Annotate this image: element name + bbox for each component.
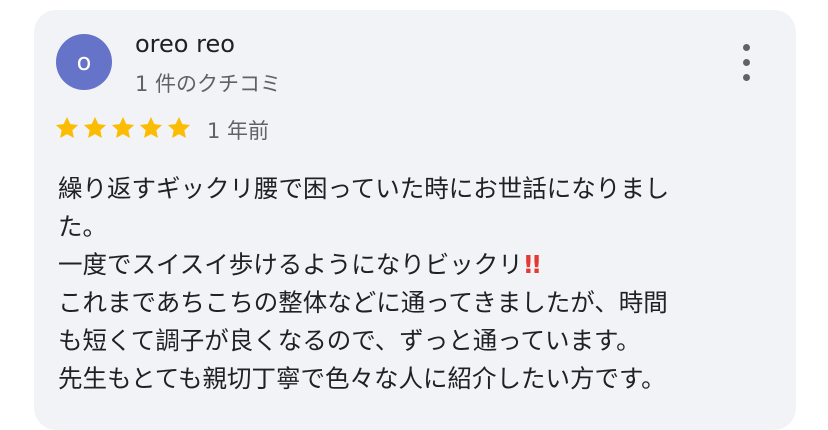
review-count: 1 件のクチコミ: [135, 72, 282, 96]
author-name[interactable]: oreo reo: [135, 30, 235, 58]
review-text-line: も短くて調子が良くなるので、ずっと通っています。: [58, 326, 641, 355]
menu-dot: [743, 59, 750, 66]
star-icon: [83, 116, 107, 138]
more-vert-icon[interactable]: [734, 42, 758, 82]
review-card: o oreo reo 1 件のクチコミ 1 年前 繰り返すギックリ腰で困っていた…: [34, 10, 796, 430]
menu-dot: [743, 74, 750, 81]
review-text-line: 一度でスイスイ歩けるようになりビックリ!!: [58, 246, 778, 284]
review-text-line: 繰り返すギックリ腰で困っていた時にお世話になりまし: [58, 174, 670, 203]
review-text-line: 先生もとても親切丁寧で色々な人に紹介したい方です。: [58, 364, 666, 393]
menu-dot: [743, 44, 750, 51]
review-date: 1 年前: [207, 119, 270, 143]
star-icon: [111, 116, 135, 138]
star-icon: [167, 116, 191, 138]
review-text-segment: 一度でスイスイ歩けるようになりビックリ: [58, 250, 523, 279]
double-exclamation-icon: !!: [522, 250, 542, 279]
star-rating: [54, 115, 192, 141]
star-icon: [55, 116, 79, 138]
review-text-line: これまであちこちの整体などに通ってきましたが、時間: [58, 288, 668, 317]
review-text: 繰り返すギックリ腰で困っていた時にお世話になりまし た。 一度でスイスイ歩けるよ…: [58, 170, 778, 398]
star-icon: [139, 116, 163, 138]
avatar[interactable]: o: [56, 34, 112, 90]
review-text-line: た。: [58, 212, 107, 241]
